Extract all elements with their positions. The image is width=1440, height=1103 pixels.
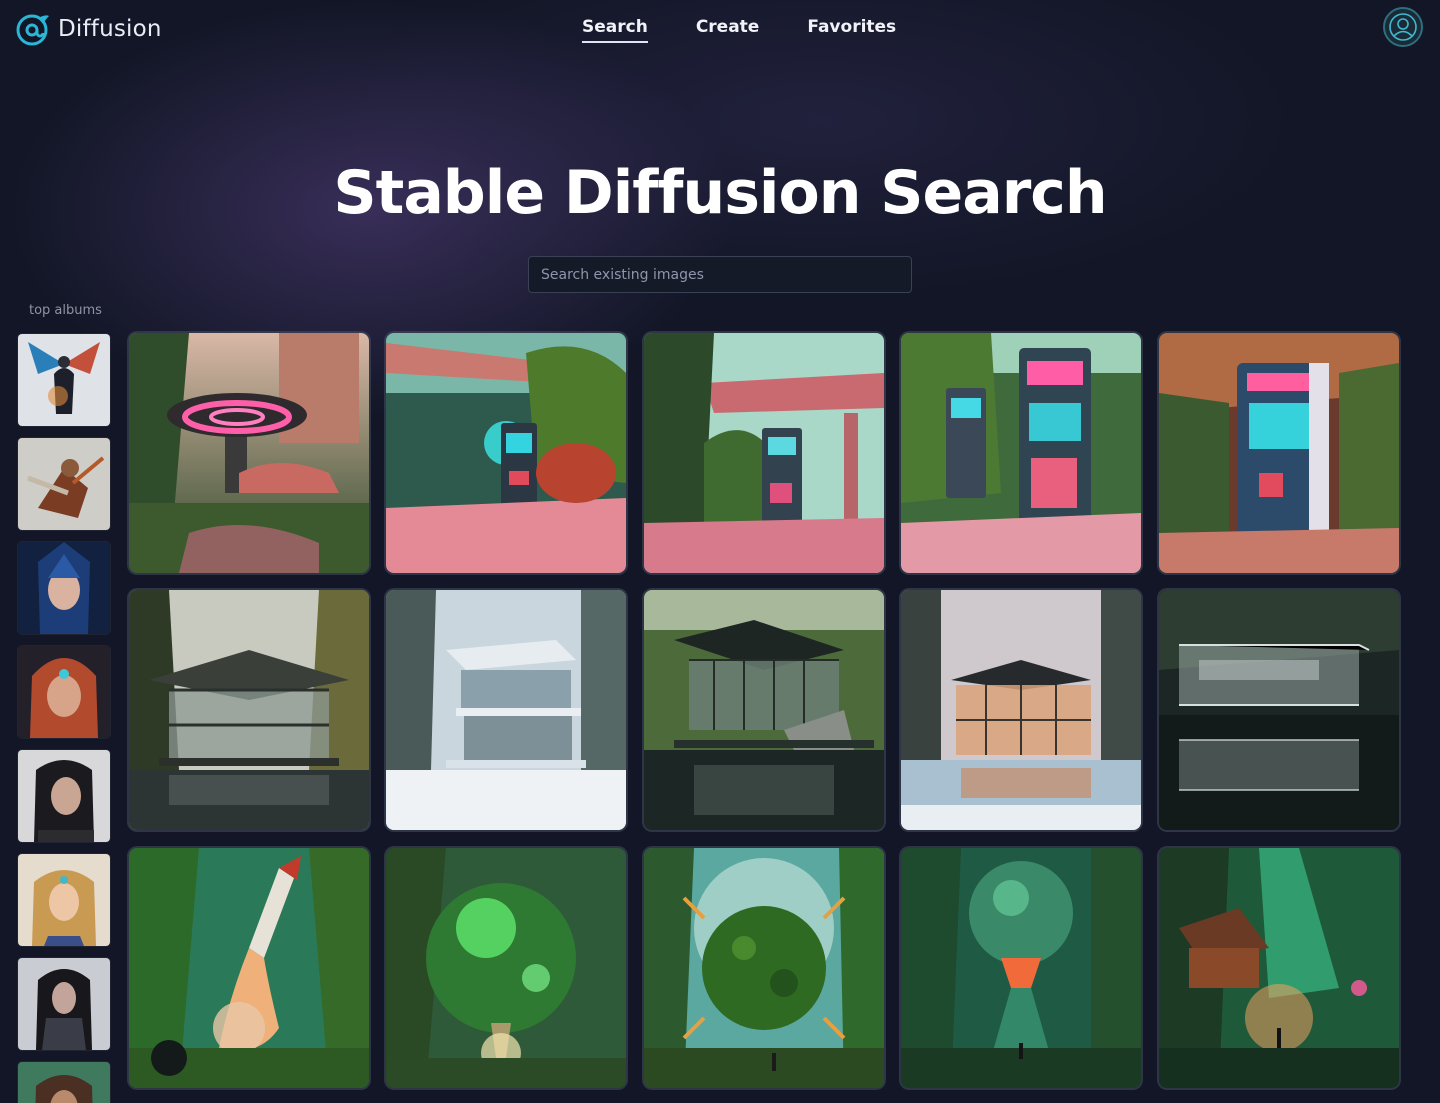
grid-image bbox=[386, 590, 626, 830]
album-thumb[interactable] bbox=[18, 542, 110, 634]
grid-image-tile[interactable] bbox=[129, 590, 369, 830]
grid-image bbox=[644, 590, 884, 830]
grid-image bbox=[386, 333, 626, 573]
grid-image bbox=[129, 848, 369, 1088]
grid-image-tile[interactable] bbox=[1159, 590, 1399, 830]
album-thumb[interactable] bbox=[18, 1062, 110, 1103]
top-navigation-bar: Diffusion Search Create Favorites bbox=[0, 0, 1440, 60]
brand-name: Diffusion bbox=[58, 16, 162, 42]
album-image bbox=[18, 750, 110, 842]
grid-image bbox=[129, 333, 369, 573]
album-image bbox=[18, 1062, 110, 1103]
nav-favorites[interactable]: Favorites bbox=[807, 17, 896, 43]
grid-image-tile[interactable] bbox=[129, 333, 369, 573]
search-input[interactable] bbox=[528, 256, 912, 293]
grid-image bbox=[901, 333, 1141, 573]
grid-image-tile[interactable] bbox=[644, 590, 884, 830]
grid-image bbox=[1159, 590, 1399, 830]
brand-logo-link[interactable]: Diffusion bbox=[16, 12, 162, 46]
grid-image-tile[interactable] bbox=[386, 848, 626, 1088]
page-title: Stable Diffusion Search bbox=[333, 158, 1107, 228]
grid-image bbox=[386, 848, 626, 1088]
album-thumb[interactable] bbox=[18, 750, 110, 842]
grid-image-tile[interactable] bbox=[129, 848, 369, 1088]
grid-image-tile[interactable] bbox=[386, 590, 626, 830]
diffusion-logo-icon bbox=[16, 14, 49, 46]
album-thumb[interactable] bbox=[18, 854, 110, 946]
main-nav: Search Create Favorites bbox=[582, 17, 896, 43]
grid-image-tile[interactable] bbox=[901, 848, 1141, 1088]
grid-image bbox=[1159, 333, 1399, 573]
album-image bbox=[18, 334, 110, 426]
grid-image-tile[interactable] bbox=[901, 333, 1141, 573]
grid-image-tile[interactable] bbox=[1159, 333, 1399, 573]
album-thumb[interactable] bbox=[18, 646, 110, 738]
grid-image-tile[interactable] bbox=[644, 848, 884, 1088]
album-image bbox=[18, 958, 110, 1050]
nav-search[interactable]: Search bbox=[582, 17, 648, 43]
album-image bbox=[18, 542, 110, 634]
nav-create[interactable]: Create bbox=[696, 17, 760, 43]
album-thumb[interactable] bbox=[18, 958, 110, 1050]
grid-image bbox=[129, 590, 369, 830]
user-avatar-icon bbox=[1389, 13, 1417, 41]
album-thumb[interactable] bbox=[18, 334, 110, 426]
grid-image bbox=[644, 333, 884, 573]
album-image bbox=[18, 646, 110, 738]
grid-image-tile[interactable] bbox=[386, 333, 626, 573]
album-image bbox=[18, 854, 110, 946]
grid-image bbox=[644, 848, 884, 1088]
grid-image bbox=[1159, 848, 1399, 1088]
album-thumb[interactable] bbox=[18, 438, 110, 530]
user-account-button[interactable] bbox=[1383, 7, 1423, 47]
grid-image bbox=[901, 848, 1141, 1088]
album-image bbox=[18, 438, 110, 530]
albums-heading: top albums bbox=[29, 303, 102, 318]
grid-image-tile[interactable] bbox=[1159, 848, 1399, 1088]
grid-image-tile[interactable] bbox=[901, 590, 1141, 830]
grid-image bbox=[901, 590, 1141, 830]
grid-image-tile[interactable] bbox=[644, 333, 884, 573]
